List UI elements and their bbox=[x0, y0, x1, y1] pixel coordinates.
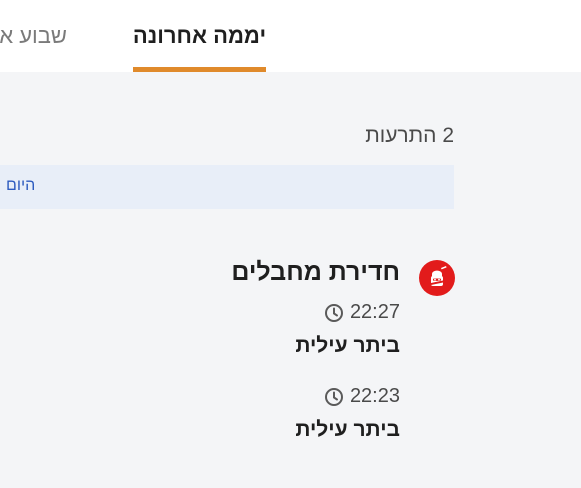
alert-location: ביתר עילית bbox=[295, 418, 400, 441]
tab-last-day[interactable]: יממה אחרונה bbox=[133, 0, 266, 72]
alert-group[interactable]: חדירת מחבלים 22:27 ביתר עילית 22:23 ביתר… bbox=[95, 256, 455, 456]
alert-group-title: חדירת מחבלים bbox=[231, 258, 400, 286]
tab-last-day-label: יממה אחרונה bbox=[132, 23, 267, 48]
alert-time: 22:23 bbox=[324, 385, 400, 408]
alert-time: 22:27 bbox=[324, 301, 400, 324]
alerts-history-page: יממה אחרונה שבוע א 2 התרעות היום חדירת מ… bbox=[0, 0, 581, 488]
infiltration-icon bbox=[419, 260, 455, 296]
alert-time-value: 22:27 bbox=[349, 301, 400, 323]
day-header: היום bbox=[0, 165, 454, 209]
alert-time-value: 22:23 bbox=[349, 385, 400, 407]
clock-icon bbox=[324, 387, 344, 407]
active-tab-indicator bbox=[133, 67, 266, 72]
clock-icon bbox=[324, 303, 344, 323]
tab-last-week-label: שבוע א bbox=[0, 23, 67, 48]
alerts-count: 2 התרעות bbox=[365, 124, 454, 147]
day-header-label: היום bbox=[6, 177, 36, 194]
tab-last-week[interactable]: שבוע א bbox=[0, 0, 67, 72]
alert-location: ביתר עילית bbox=[295, 334, 400, 357]
tab-bar: יממה אחרונה שבוע א bbox=[0, 0, 581, 72]
